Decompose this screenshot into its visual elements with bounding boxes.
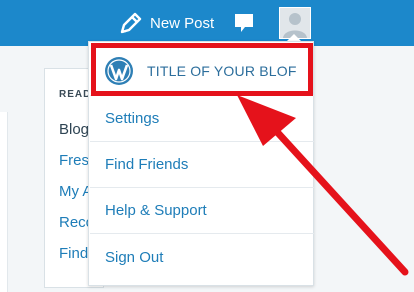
menu-item-sign-out[interactable]: Sign Out [90,234,314,280]
new-post-button[interactable]: New Post [118,8,214,38]
menu-item-help-support[interactable]: Help & Support [90,188,314,234]
reader-item-find[interactable]: Find [59,245,88,262]
notifications-icon[interactable] [233,12,255,34]
left-panel-edge [0,112,8,292]
reader-heading: READ [59,89,92,100]
highlight-box [91,43,313,96]
menu-item-settings[interactable]: Settings [90,96,314,142]
pencil-icon [120,12,142,34]
top-bar: New Post [0,0,414,46]
new-post-label: New Post [150,14,215,32]
menu-item-find-friends[interactable]: Find Friends [90,142,314,188]
